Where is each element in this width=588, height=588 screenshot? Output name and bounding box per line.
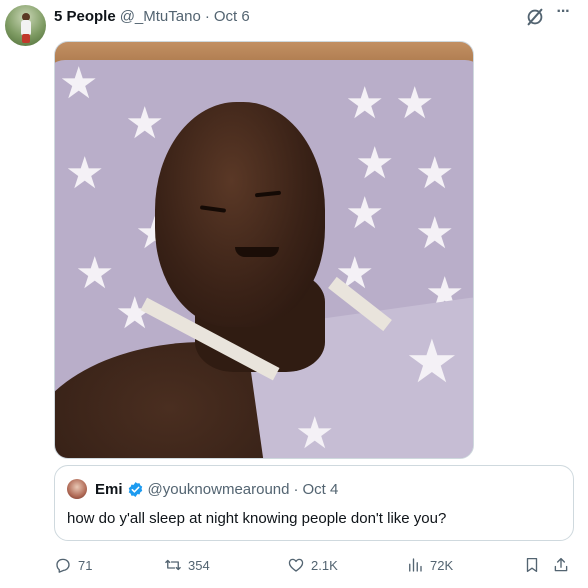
tweet-photo[interactable]: ★ ★ ★ ★ ★ ★ ★ ★ ★ ★ ★ ★ ★ ★ ★ ★ <box>54 41 474 459</box>
photo-head <box>155 102 325 327</box>
star-icon: ★ <box>65 149 105 198</box>
quoted-tweet-date[interactable]: Oct 4 <box>303 481 339 498</box>
heart-icon <box>288 558 304 572</box>
action-bar: 71 354 2.1K 72K <box>54 553 574 577</box>
share-icon <box>554 557 568 572</box>
photo-mouth <box>235 247 279 257</box>
views-count: 72K <box>430 557 454 573</box>
bookmark-button[interactable] <box>523 553 541 577</box>
repost-button[interactable]: 354 <box>164 553 210 577</box>
quoted-tweet-header: Emi @youknowmearound · Oct 4 <box>95 479 338 499</box>
quoted-tweet[interactable]: Emi @youknowmearound · Oct 4 how do y'al… <box>54 465 574 541</box>
tweet-date[interactable]: Oct 6 <box>214 8 250 25</box>
share-button[interactable] <box>552 553 570 577</box>
header-separator: · <box>204 7 210 25</box>
tweet[interactable]: 5 People @_MtuTano · Oct 6 ··· ★ ★ ★ ★ ★… <box>0 0 588 588</box>
grok-icon[interactable] <box>524 6 546 28</box>
like-count: 2.1K <box>311 557 338 573</box>
tweet-header: 5 People @_MtuTano · Oct 6 <box>54 6 250 26</box>
reply-icon <box>56 558 70 573</box>
star-icon: ★ <box>345 189 385 238</box>
more-icon[interactable]: ··· <box>552 4 574 26</box>
author-display-name[interactable]: 5 People <box>54 8 116 25</box>
star-icon: ★ <box>355 139 395 188</box>
verified-badge-icon <box>128 481 142 497</box>
star-icon: ★ <box>395 79 435 128</box>
like-button[interactable]: 2.1K <box>287 553 338 577</box>
author-handle[interactable]: @_MtuTano <box>120 8 201 25</box>
star-icon: ★ <box>75 249 115 298</box>
star-icon: ★ <box>405 328 459 395</box>
bookmark-icon <box>526 557 538 573</box>
avatar-figure-legs <box>22 34 30 43</box>
star-icon: ★ <box>345 79 385 128</box>
reply-button[interactable]: 71 <box>54 553 92 577</box>
star-icon: ★ <box>415 209 455 258</box>
quoted-author-handle[interactable]: @youknowmearound <box>148 481 290 498</box>
quoted-tweet-text: how do y'all sleep at night knowing peop… <box>67 510 447 527</box>
reply-count: 71 <box>78 557 93 573</box>
repost-icon <box>165 559 181 571</box>
star-icon: ★ <box>59 59 99 108</box>
star-icon: ★ <box>125 99 165 148</box>
views-icon <box>409 558 422 572</box>
views-button[interactable]: 72K <box>406 553 453 577</box>
quoted-header-separator: · <box>293 480 299 498</box>
repost-count: 354 <box>188 557 210 573</box>
star-icon: ★ <box>415 149 455 198</box>
quoted-author-display-name[interactable]: Emi <box>95 481 123 498</box>
star-icon: ★ <box>295 409 335 458</box>
quoted-author-avatar[interactable] <box>67 479 87 499</box>
author-avatar[interactable] <box>5 5 46 46</box>
